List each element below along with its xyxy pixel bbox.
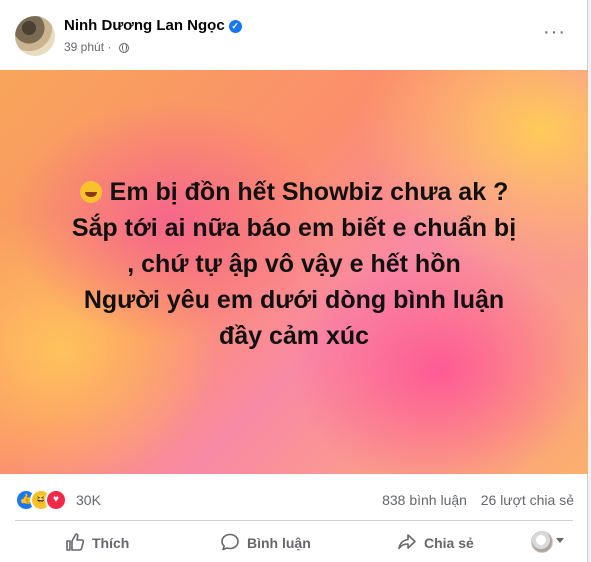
- post-text-line-3: , chứ tự ập vô vậy e hết hồn: [127, 250, 461, 278]
- love-reaction-icon[interactable]: ♥: [45, 489, 67, 511]
- dot-separator: ·: [107, 40, 112, 54]
- post-actions: Thích Bình luận Chia sẻ: [0, 522, 588, 562]
- post-stats: 👍 😆 ♥ 30K 838 bình luận 26 lượt chia sẻ: [0, 474, 588, 520]
- reactions-count[interactable]: 30K: [76, 492, 101, 508]
- engagement-stats: 838 bình luận 26 lượt chia sẻ: [382, 492, 574, 508]
- post-text-line-4: Người yêu em dưới dòng bình luận: [83, 286, 505, 314]
- globe-icon[interactable]: [118, 43, 129, 53]
- post-card: Ninh Dương Lan Ngọc ✓ 39 phút · ··· Em bị…: [0, 0, 588, 562]
- author-avatar[interactable]: [15, 16, 55, 56]
- shares-count[interactable]: 26 lượt chia sẻ: [481, 492, 574, 508]
- viewer-avatar[interactable]: [531, 531, 553, 553]
- more-options-icon[interactable]: ···: [543, 22, 566, 42]
- post-text-line-5: đầy cảm xúc: [218, 322, 370, 350]
- post-time[interactable]: 39 phút: [64, 40, 104, 54]
- laughing-emoji-icon: [79, 181, 102, 203]
- post-text-line-2: Sắp tới ai nữa báo em biết e chuẩn bị: [71, 214, 517, 242]
- thumbs-up-icon: [66, 533, 85, 551]
- post-meta: 39 phút ·: [64, 40, 129, 54]
- verified-badge-icon: ✓: [228, 20, 242, 33]
- author-name-row: Ninh Dương Lan Ngọc ✓: [64, 17, 242, 34]
- post-header: Ninh Dương Lan Ngọc ✓ 39 phút · ···: [0, 0, 588, 70]
- post-text: Em bị đồn hết Showbiz chưa ak ? Sắp tới …: [0, 174, 588, 354]
- comment-button[interactable]: Bình luận: [220, 532, 311, 552]
- divider: [15, 520, 573, 521]
- share-button[interactable]: Chia sẻ: [397, 532, 474, 552]
- post-text-line-1: Em bị đồn hết Showbiz chưa ak ?: [0, 174, 588, 210]
- comment-bubble-icon: [221, 533, 239, 551]
- post-background-banner: Em bị đồn hết Showbiz chưa ak ? Sắp tới …: [0, 70, 588, 474]
- chevron-down-icon[interactable]: [556, 538, 564, 543]
- comments-count[interactable]: 838 bình luận: [382, 492, 467, 508]
- author-name[interactable]: Ninh Dương Lan Ngọc: [64, 17, 225, 34]
- like-button[interactable]: Thích: [65, 532, 129, 552]
- share-arrow-icon: [398, 534, 416, 550]
